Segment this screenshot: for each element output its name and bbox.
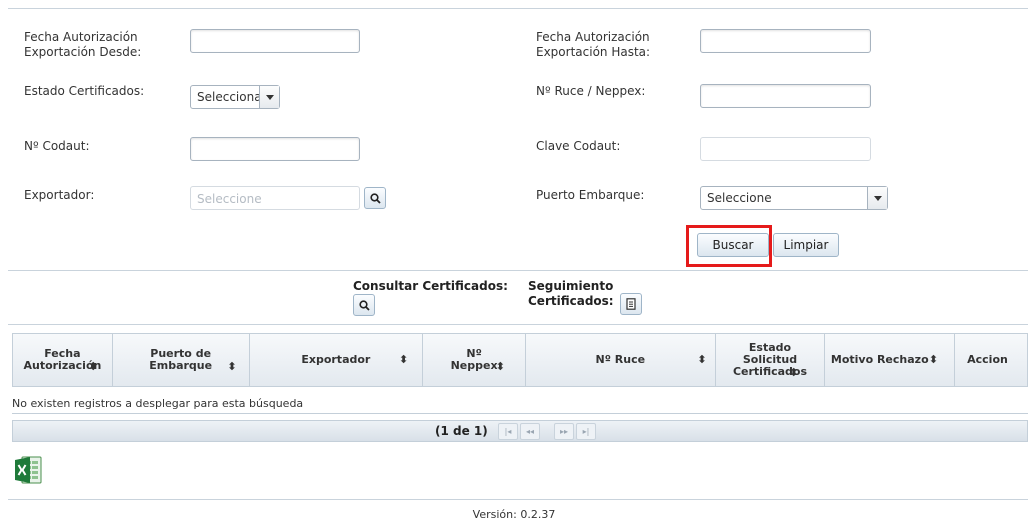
- prev-page-button[interactable]: ◂◂: [520, 423, 540, 440]
- ruce-neppex-label: Nº Ruce / Neppex:: [536, 84, 646, 98]
- document-icon: [626, 298, 636, 310]
- clave-codaut-label: Clave Codaut:: [536, 139, 621, 153]
- excel-export-icon[interactable]: [14, 454, 42, 486]
- table-divider: [8, 324, 1028, 325]
- page-indicator: (1 de 1): [435, 424, 488, 438]
- column-header-puerto[interactable]: Puerto de Embarque ⬍: [113, 334, 250, 386]
- sort-icon[interactable]: ⬍: [227, 361, 236, 373]
- sort-icon[interactable]: ⬍: [929, 354, 938, 366]
- limpiar-button[interactable]: Limpiar: [773, 233, 839, 257]
- exportador-search-button[interactable]: [364, 187, 386, 209]
- column-header-fecha[interactable]: Fecha Autorización ⬍: [13, 334, 113, 386]
- exportador-input[interactable]: Seleccione: [190, 186, 360, 210]
- exportador-label: Exportador:: [24, 188, 95, 202]
- column-header-ruce[interactable]: Nº Ruce ⬍: [526, 334, 716, 386]
- ruce-neppex-input[interactable]: [700, 84, 871, 108]
- row-divider: [12, 413, 1028, 414]
- section-divider: [8, 270, 1028, 271]
- puerto-embarque-value: Seleccione: [707, 191, 772, 205]
- footer-divider: [8, 499, 1028, 500]
- estado-certificados-label: Estado Certificados:: [24, 84, 145, 98]
- sort-icon[interactable]: ⬍: [89, 361, 98, 373]
- chevron-down-icon[interactable]: [259, 86, 279, 108]
- fecha-hasta-input[interactable]: [700, 29, 871, 53]
- top-divider: [8, 8, 1028, 9]
- seguimiento-certificados-label: Seguimiento Certificados:: [528, 279, 614, 308]
- highlight-box: [686, 225, 772, 267]
- version-text: Versión: 0.2.37: [472, 508, 556, 521]
- fecha-desde-input[interactable]: [190, 29, 360, 53]
- codaut-input[interactable]: [190, 137, 360, 161]
- last-page-button[interactable]: ▸|: [576, 423, 596, 440]
- empty-message: No existen registros a desplegar para es…: [12, 397, 304, 410]
- column-header-accion: Accion: [967, 353, 1008, 366]
- clave-codaut-input[interactable]: [700, 137, 871, 161]
- next-page-button[interactable]: ▸▸: [554, 423, 574, 440]
- first-page-button[interactable]: |◂: [498, 423, 518, 440]
- puerto-embarque-label: Puerto Embarque:: [536, 188, 645, 202]
- seguimiento-certificados-button[interactable]: [620, 293, 642, 315]
- codaut-label: Nº Codaut:: [24, 139, 90, 153]
- puerto-embarque-select[interactable]: Seleccione: [700, 186, 888, 210]
- consultar-certificados-button[interactable]: [353, 294, 375, 316]
- fecha-hasta-label: Fecha Autorización Exportación Hasta:: [536, 30, 651, 59]
- results-table-header: Fecha Autorización ⬍ Puerto de Embarque ⬍ …: [12, 333, 1028, 387]
- fecha-desde-label: Fecha Autorización Exportación Desde:: [24, 30, 142, 59]
- column-header-motivo[interactable]: Motivo Rechazo ⬍: [825, 334, 956, 386]
- exportador-placeholder: Seleccione: [197, 192, 262, 206]
- sort-icon[interactable]: ⬍: [496, 361, 505, 373]
- column-header-estado[interactable]: Estado Solicitud Certificados ⬍: [716, 334, 826, 386]
- sort-icon[interactable]: ⬍: [789, 367, 798, 379]
- paginator: (1 de 1) |◂ ◂◂ ▸▸ ▸|: [12, 420, 1028, 442]
- sort-icon[interactable]: ⬍: [697, 354, 706, 366]
- estado-certificados-value: Seleccionar: [197, 90, 259, 104]
- column-header-neppex[interactable]: Nº Neppex ⬍: [423, 334, 526, 386]
- search-icon: [358, 299, 370, 311]
- column-header-exportador[interactable]: Exportador ⬍: [250, 334, 424, 386]
- consultar-certificados-label: Consultar Certificados:: [353, 279, 508, 293]
- search-icon: [369, 192, 381, 204]
- estado-certificados-select[interactable]: Seleccionar: [190, 85, 280, 109]
- chevron-down-icon[interactable]: [867, 187, 887, 209]
- sort-icon[interactable]: ⬍: [399, 354, 408, 366]
